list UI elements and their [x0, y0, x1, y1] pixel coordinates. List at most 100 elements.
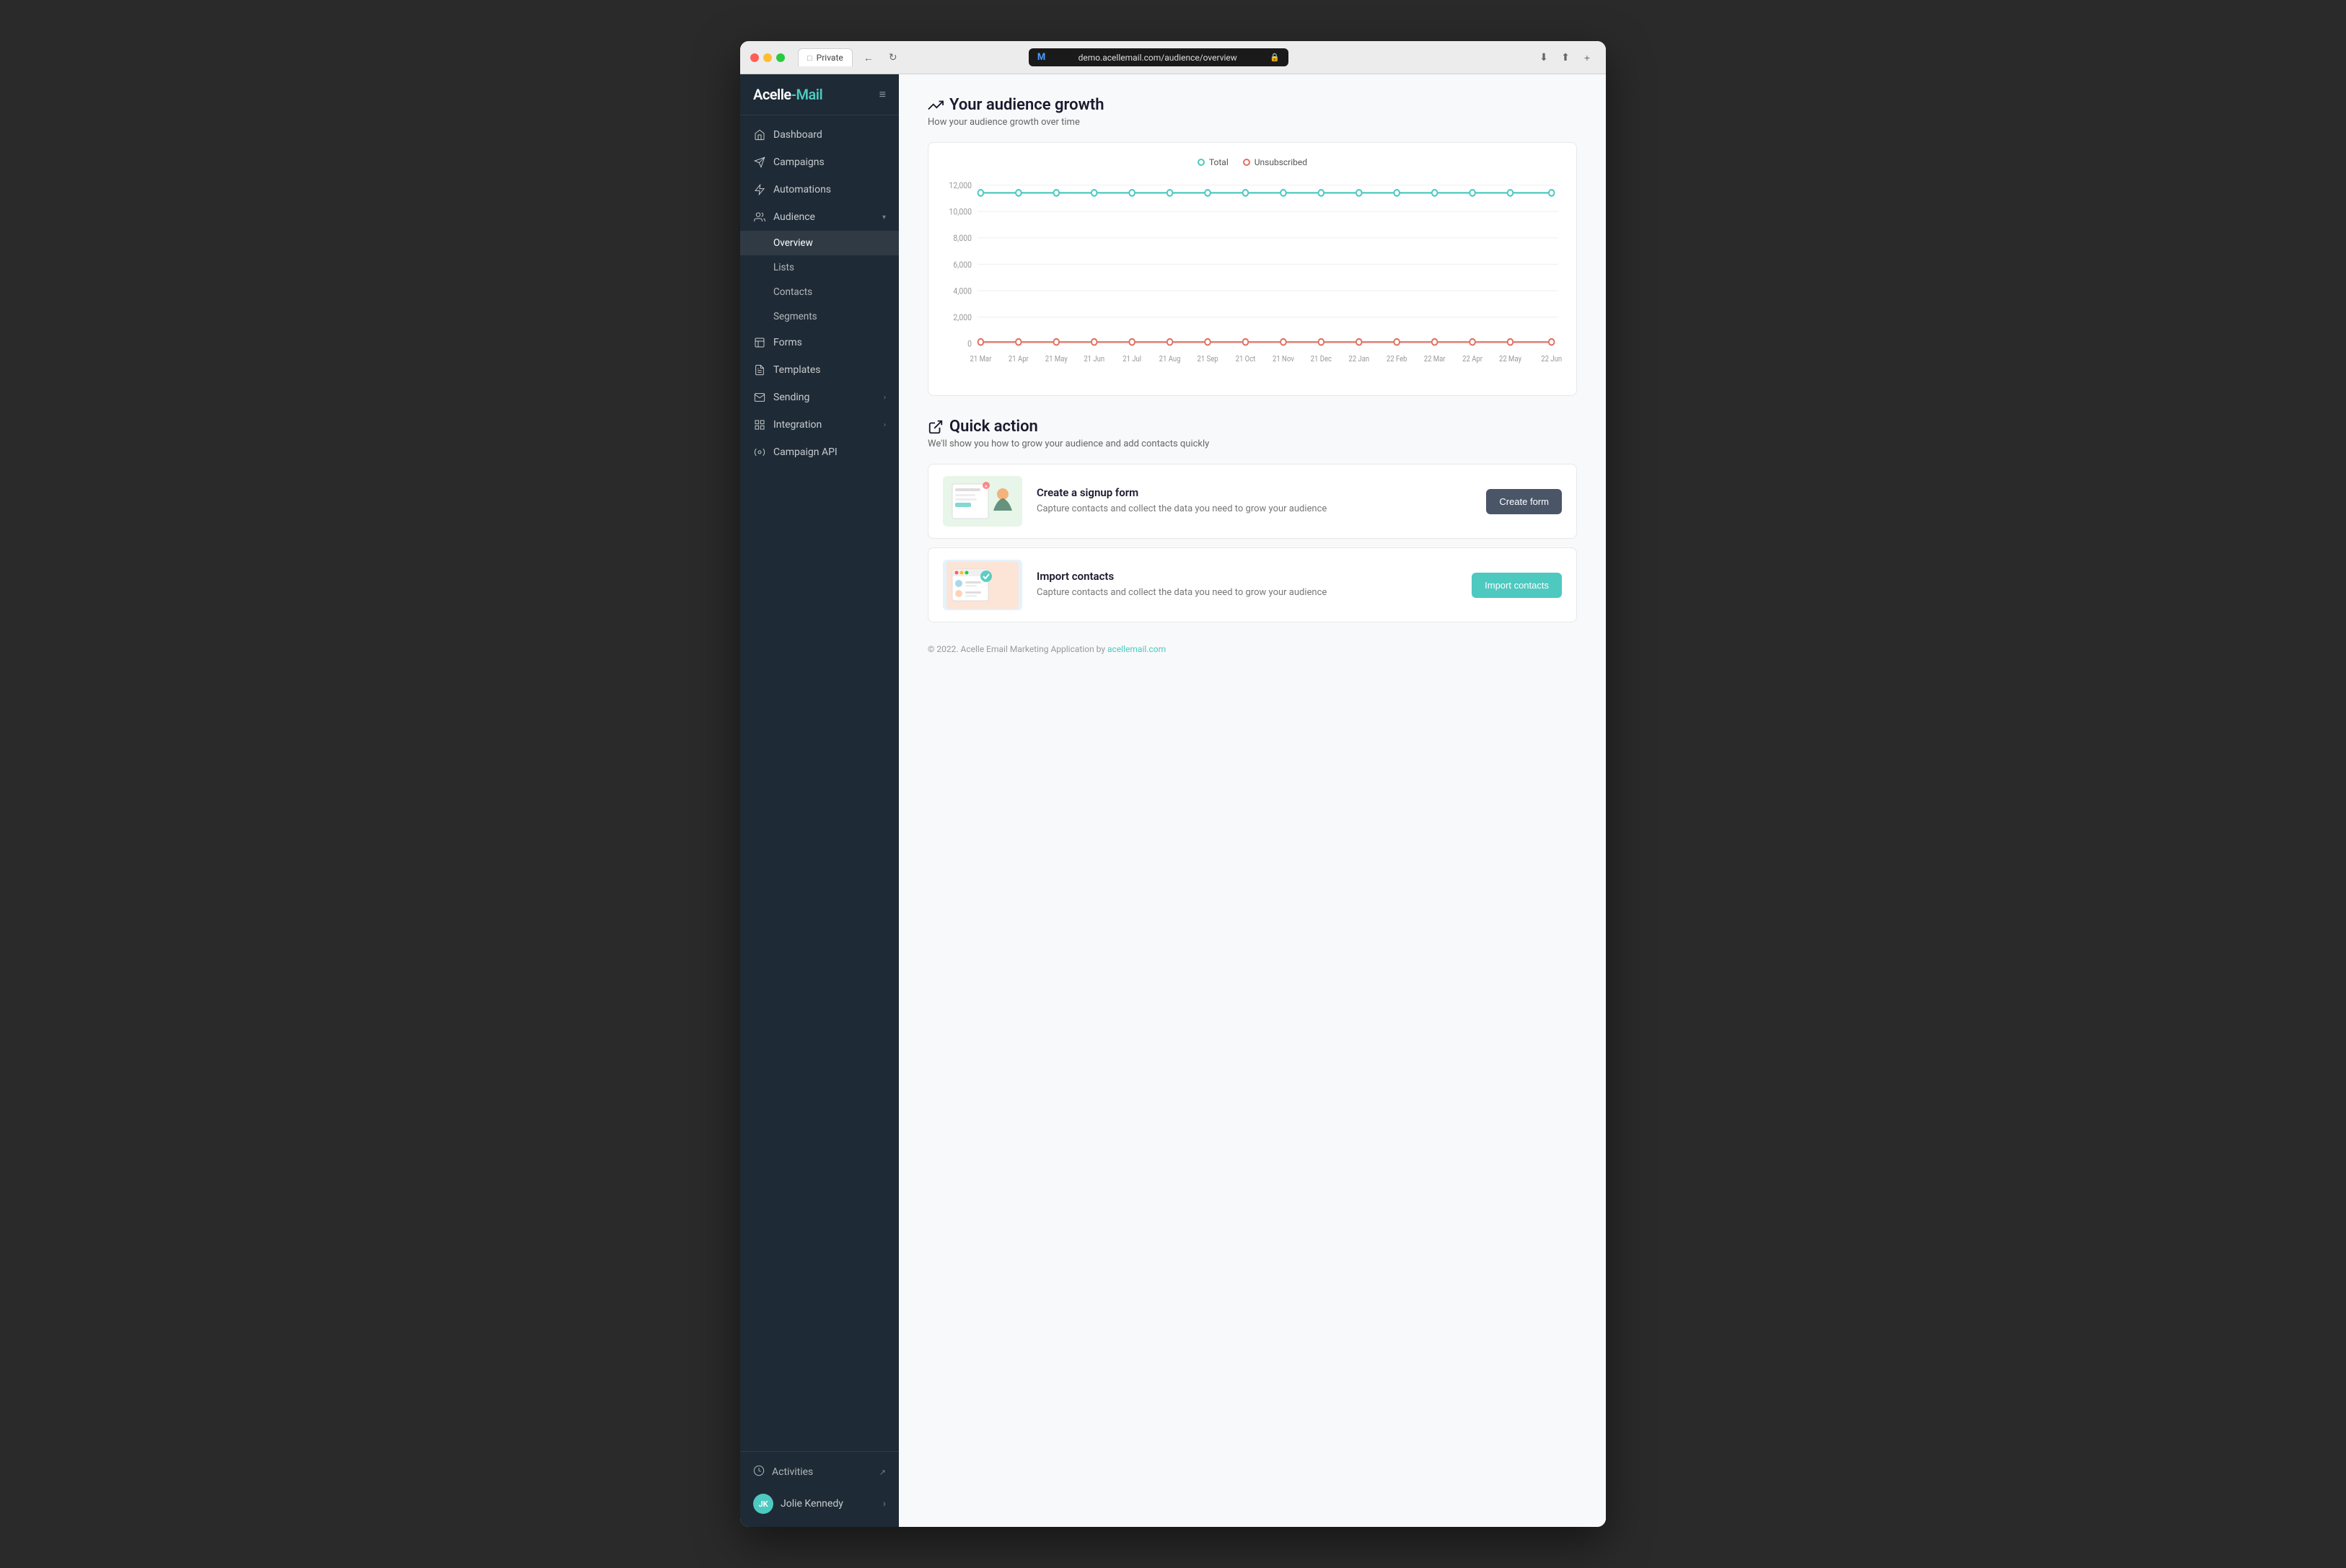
trending-up-icon [928, 97, 944, 113]
create-form-card: × Create a signup form Capture contacts … [928, 464, 1577, 539]
import-contacts-thumbnail [943, 560, 1022, 610]
logo: Acelle‑Mail [753, 86, 822, 103]
sidebar-item-label: Automations [773, 184, 831, 195]
total-dot [1198, 159, 1205, 166]
import-contacts-card: Import contacts Capture contacts and col… [928, 547, 1577, 622]
import-contacts-button[interactable]: Import contacts [1472, 573, 1562, 598]
clock-icon [753, 1465, 765, 1479]
chevron-right-icon: › [884, 421, 886, 429]
svg-text:21 Nov: 21 Nov [1273, 356, 1294, 364]
sidebar-sub-item-label: Overview [773, 237, 813, 249]
zap-icon [753, 183, 766, 196]
sidebar-item-label: Campaign API [773, 446, 838, 458]
sidebar-item-contacts[interactable]: Contacts [740, 280, 899, 304]
chart-subtitle: How your audience growth over time [928, 117, 1577, 128]
sidebar-item-label: Campaigns [773, 157, 825, 168]
svg-text:22 Jan: 22 Jan [1348, 356, 1369, 364]
new-tab-button[interactable]: + [1578, 49, 1596, 66]
audience-growth-section: Your audience growth How your audience g… [928, 96, 1577, 396]
chevron-right-icon: › [884, 394, 886, 402]
file-text-icon [753, 364, 766, 376]
home-icon [753, 128, 766, 141]
chart-section-title: Your audience growth [928, 96, 1577, 114]
sidebar-sub-item-label: Segments [773, 311, 817, 322]
sidebar-item-label: Sending [773, 392, 809, 403]
back-button[interactable]: ← [860, 49, 877, 66]
sidebar-item-audience[interactable]: Audience ▾ [740, 203, 899, 231]
footer-link[interactable]: acellemail.com [1107, 644, 1166, 654]
sidebar-item-sending[interactable]: Sending › [740, 384, 899, 411]
svg-text:10,000: 10,000 [949, 207, 972, 217]
settings-icon [753, 446, 766, 459]
sidebar-item-label: Templates [773, 364, 821, 376]
browser-tab[interactable]: □ Private [798, 48, 853, 66]
close-button[interactable] [750, 53, 759, 62]
svg-text:8,000: 8,000 [953, 234, 972, 244]
create-form-info: Create a signup form Capture contacts an… [1037, 486, 1472, 516]
sidebar-nav: Dashboard Campaigns Automations [740, 115, 899, 1451]
svg-text:22 May: 22 May [1499, 356, 1521, 364]
minimize-button[interactable] [763, 53, 772, 62]
sidebar-item-dashboard[interactable]: Dashboard [740, 121, 899, 149]
chart-svg-wrapper: 12,000 10,000 8,000 6,000 4,000 2,000 0 [943, 179, 1562, 381]
sidebar-item-segments[interactable]: Segments [740, 304, 899, 329]
user-profile-item[interactable]: JK Jolie Kennedy › [740, 1486, 899, 1521]
svg-text:2,000: 2,000 [953, 312, 972, 322]
sidebar-item-label: Integration [773, 419, 822, 431]
sidebar-item-overview[interactable]: Overview [740, 231, 899, 255]
sidebar-item-campaigns[interactable]: Campaigns [740, 149, 899, 176]
refresh-button[interactable]: ↻ [884, 49, 902, 66]
import-contacts-info: Import contacts Capture contacts and col… [1037, 570, 1457, 600]
maximize-button[interactable] [776, 53, 785, 62]
mail-icon [753, 391, 766, 404]
svg-text:22 Feb: 22 Feb [1387, 356, 1407, 364]
chart-visualization: 12,000 10,000 8,000 6,000 4,000 2,000 0 [943, 179, 1562, 381]
import-contacts-desc: Capture contacts and collect the data yo… [1037, 586, 1457, 600]
form-thumbnail-illustration: × [946, 478, 1019, 525]
sidebar-sub-item-label: Lists [773, 262, 794, 273]
create-form-button[interactable]: Create form [1486, 489, 1562, 514]
user-name: Jolie Kennedy [781, 1498, 843, 1510]
chart-legend: Total Unsubscribed [943, 157, 1562, 167]
sidebar-item-label: Dashboard [773, 129, 822, 141]
import-thumbnail-illustration [946, 562, 1019, 609]
activities-label: Activities [772, 1466, 813, 1478]
sidebar-item-label: Forms [773, 337, 802, 348]
user-chevron-icon: › [883, 1498, 886, 1510]
legend-unsubscribed: Unsubscribed [1243, 157, 1307, 167]
external-link-icon: ↗ [879, 1468, 886, 1477]
sidebar-item-forms[interactable]: Forms [740, 329, 899, 356]
sidebar-header: Acelle‑Mail ≡ [740, 74, 899, 115]
svg-text:21 Mar: 21 Mar [970, 356, 992, 364]
svg-text:21 Sep: 21 Sep [1197, 356, 1218, 364]
sidebar-toggle[interactable]: ≡ [879, 87, 886, 102]
sidebar-item-templates[interactable]: Templates [740, 356, 899, 384]
quick-action-section: Quick action We'll show you how to grow … [928, 418, 1577, 622]
address-bar[interactable]: M demo.acellemail.com/audience/overview … [1029, 48, 1288, 66]
sidebar-item-integration[interactable]: Integration › [740, 411, 899, 439]
svg-text:21 Aug: 21 Aug [1159, 356, 1181, 364]
create-form-thumbnail: × [943, 476, 1022, 527]
quick-action-subtitle: We'll show you how to grow your audience… [928, 439, 1577, 449]
create-form-desc: Capture contacts and collect the data yo… [1037, 502, 1472, 516]
share-button[interactable]: ⬆ [1557, 49, 1574, 66]
sidebar-item-campaign-api[interactable]: Campaign API [740, 439, 899, 466]
tab-label: Private [817, 53, 843, 63]
browser-navigation: □ Private [798, 48, 853, 66]
users-icon [753, 211, 766, 224]
download-button[interactable]: ⬇ [1535, 49, 1552, 66]
legend-total: Total [1198, 157, 1229, 167]
svg-text:21 Jun: 21 Jun [1084, 356, 1104, 364]
create-form-title: Create a signup form [1037, 486, 1472, 499]
sidebar-item-automations[interactable]: Automations [740, 176, 899, 203]
traffic-lights [750, 53, 785, 62]
page-footer: © 2022. Acelle Email Marketing Applicati… [928, 644, 1577, 654]
external-link-icon [928, 419, 944, 435]
sidebar-item-label: Audience [773, 211, 815, 223]
browser-actions: ⬇ ⬆ + [1535, 49, 1596, 66]
chevron-down-icon: ▾ [882, 213, 886, 221]
activities-item[interactable]: Activities ↗ [740, 1458, 899, 1486]
sidebar: Acelle‑Mail ≡ Dashboard Campaign [740, 74, 899, 1527]
svg-text:22 Apr: 22 Apr [1462, 356, 1482, 364]
sidebar-item-lists[interactable]: Lists [740, 255, 899, 280]
